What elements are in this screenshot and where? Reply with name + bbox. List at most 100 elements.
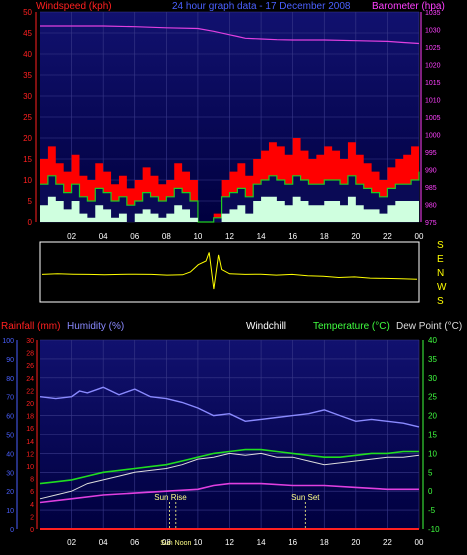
rainfall-tick-label: 18 (26, 414, 34, 421)
barometer-tick-label: 990 (425, 168, 437, 175)
sunset-label: Sun Set (291, 493, 320, 502)
x-tick-label: 14 (257, 232, 266, 241)
x-tick-label: 14 (257, 538, 266, 547)
x-tick-label: 10 (193, 232, 202, 241)
wind-tick-label: 50 (23, 8, 32, 17)
windspeed-axis-title: Windspeed (kph) (36, 1, 112, 12)
wind-tick-label: 30 (23, 92, 32, 101)
x-tick-label: 04 (99, 538, 108, 547)
x-tick-label: 12 (225, 538, 234, 547)
rainfall-tick-label: 2 (30, 514, 34, 521)
wind-tick-label: 40 (23, 50, 32, 59)
humidity-tick-label: 70 (6, 395, 14, 402)
rainfall-tick-label: 4 (30, 502, 34, 509)
rainfall-tick-label: 30 (26, 338, 34, 345)
temperature-tick-label: 40 (428, 336, 437, 345)
x-tick-label: 20 (351, 538, 360, 547)
direction-label: S (437, 240, 444, 251)
direction-label: E (437, 254, 444, 265)
direction-label: N (437, 268, 444, 279)
rainfall-tick-label: 26 (26, 363, 34, 370)
barometer-tick-label: 1035 (425, 10, 441, 17)
temperature-tick-label: 25 (428, 393, 437, 402)
barometer-tick-label: 995 (425, 150, 437, 157)
temperature-tick-label: 15 (428, 431, 437, 440)
temperature-axis-title: Temperature (°C) (313, 321, 390, 332)
x-tick-label: 18 (320, 232, 329, 241)
humidity-tick-label: 60 (6, 414, 14, 421)
temperature-tick-label: 10 (428, 449, 437, 458)
humidity-tick-label: 20 (6, 489, 14, 496)
rainfall-tick-label: 0 (30, 527, 34, 534)
temperature-tick-label: -5 (428, 506, 436, 515)
weather-graph-page: Windspeed (kph) 24 hour graph data - 17 … (0, 0, 467, 555)
barometer-tick-label: 1025 (425, 45, 441, 52)
x-tick-label: 02 (67, 538, 76, 547)
rainfall-axis-title: Rainfall (mm) (1, 321, 60, 332)
barometer-tick-label: 980 (425, 203, 437, 210)
direction-panel-background (39, 241, 420, 303)
barometer-tick-label: 1000 (425, 133, 441, 140)
barometer-tick-label: 985 (425, 185, 437, 192)
humidity-tick-label: 40 (6, 451, 14, 458)
barometer-tick-label: 1010 (425, 98, 441, 105)
rainfall-tick-label: 22 (26, 388, 34, 395)
x-tick-label: 10 (193, 538, 202, 547)
humidity-tick-label: 10 (6, 508, 14, 515)
x-tick-label: 22 (383, 538, 392, 547)
direction-panel-labels: SENWS (437, 240, 447, 307)
temperature-tick-label: 20 (428, 412, 437, 421)
x-tick-label: 06 (130, 232, 139, 241)
humidity-tick-label: 0 (10, 527, 14, 534)
windchill-label: Windchill (246, 321, 286, 332)
temperature-tick-label: 30 (428, 374, 437, 383)
x-tick-label: 16 (288, 232, 297, 241)
wind-tick-label: 35 (23, 71, 32, 80)
humidity-tick-label: 90 (6, 357, 14, 364)
x-tick-label: 18 (320, 538, 329, 547)
barometer-tick-label: 1020 (425, 63, 441, 70)
direction-label: W (437, 282, 447, 293)
wind-tick-label: 0 (28, 218, 33, 227)
chart-title: 24 hour graph data - 17 December 2008 (172, 1, 351, 12)
x-tick-label: 16 (288, 538, 297, 547)
x-tick-label: 12 (225, 232, 234, 241)
temperature-tick-label: 5 (428, 468, 433, 477)
x-tick-label: 02 (67, 232, 76, 241)
rainfall-tick-label: 24 (26, 376, 34, 383)
sun-noon-label: Sun Noon (160, 540, 191, 547)
barometer-tick-label: 1005 (425, 115, 441, 122)
x-tick-label: 08 (162, 232, 171, 241)
humidity-tick-label: 50 (6, 433, 14, 440)
wind-tick-label: 15 (23, 155, 32, 164)
wind-tick-label: 10 (23, 176, 32, 185)
barometer-tick-label: 1015 (425, 80, 441, 87)
rainfall-tick-label: 12 (26, 451, 34, 458)
humidity-tick-label: 30 (6, 470, 14, 477)
rainfall-tick-label: 28 (26, 351, 34, 358)
weather-charts: Windspeed (kph) 24 hour graph data - 17 … (1, 1, 462, 547)
rainfall-tick-label: 6 (30, 489, 34, 496)
x-tick-label: 06 (130, 538, 139, 547)
x-tick-label: 00 (415, 232, 424, 241)
temperature-tick-label: -10 (428, 525, 440, 534)
humidity-axis-title: Humidity (%) (67, 321, 124, 332)
dewpoint-axis-title: Dew Point (°C) (396, 321, 462, 332)
wind-tick-label: 25 (23, 113, 32, 122)
humidity-tick-label: 100 (2, 338, 14, 345)
wind-tick-label: 5 (28, 197, 33, 206)
wind-tick-label: 20 (23, 134, 32, 143)
direction-label: S (437, 296, 444, 307)
sunrise-label: Sun Rise (154, 493, 187, 502)
x-tick-label: 04 (99, 232, 108, 241)
temperature-tick-label: 35 (428, 355, 437, 364)
wind-tick-label: 45 (23, 29, 32, 38)
rainfall-tick-label: 10 (26, 464, 34, 471)
rainfall-tick-label: 16 (26, 426, 34, 433)
temperature-tick-label: 0 (428, 487, 433, 496)
rainfall-tick-label: 14 (26, 439, 34, 446)
x-tick-label: 00 (415, 538, 424, 547)
x-tick-label: 20 (351, 232, 360, 241)
humidity-tick-label: 80 (6, 376, 14, 383)
barometer-tick-label: 975 (425, 220, 437, 227)
